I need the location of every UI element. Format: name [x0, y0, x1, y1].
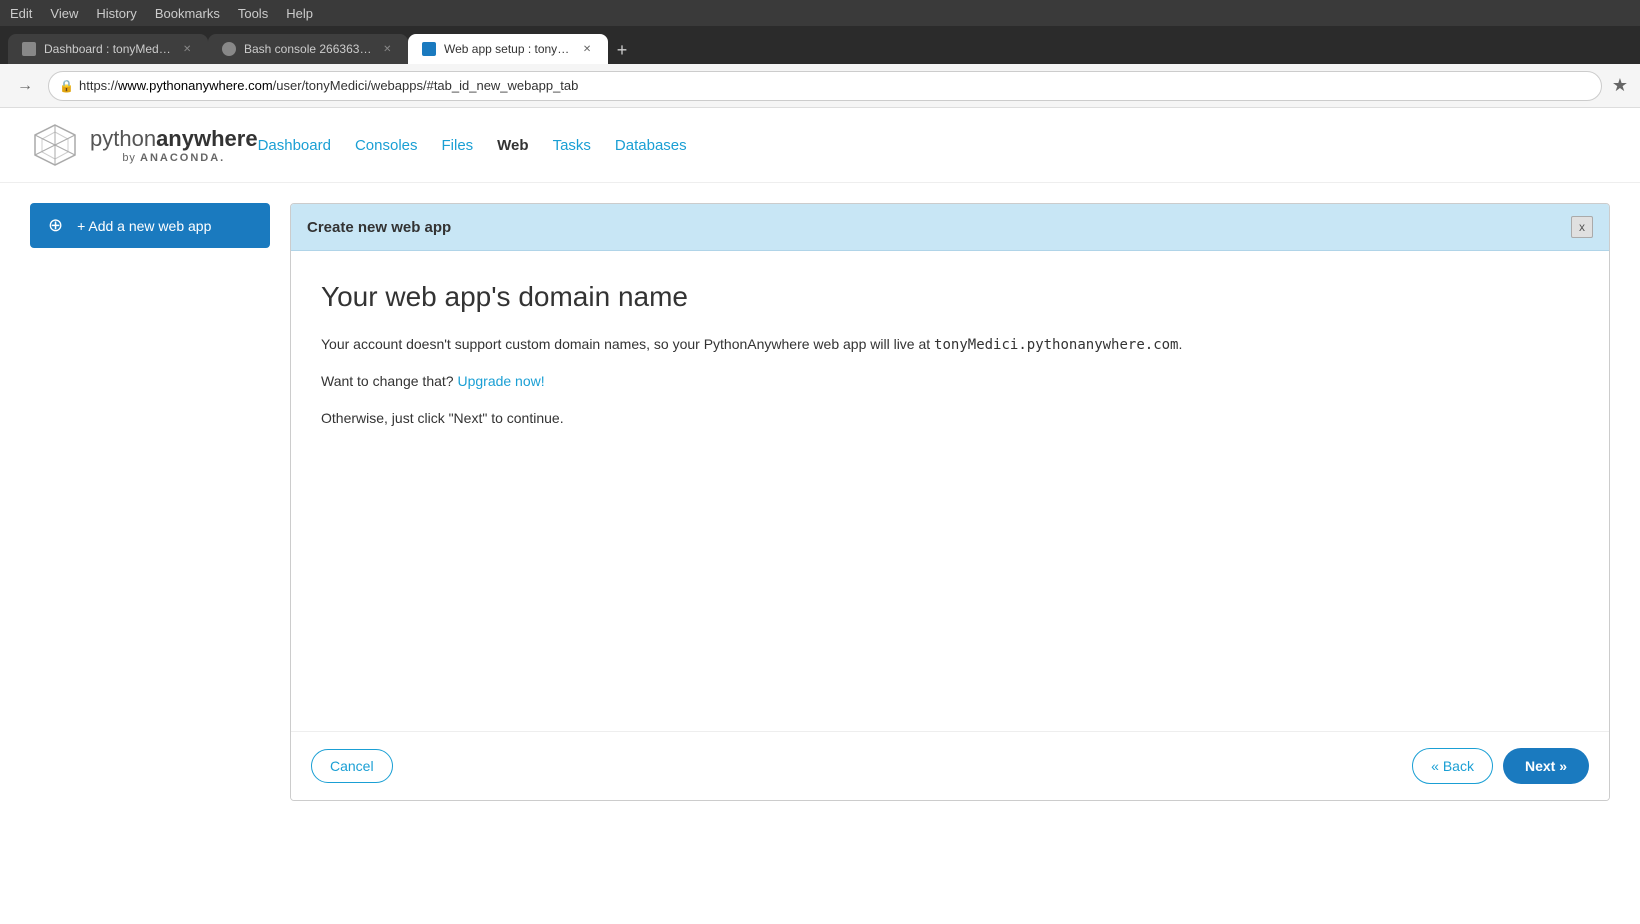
sidebar: ⊕+ Add a new web app	[30, 203, 270, 801]
new-tab-button[interactable]: +	[608, 36, 636, 64]
back-nav-button[interactable]: →	[12, 73, 38, 99]
nav-databases[interactable]: Databases	[615, 137, 687, 154]
page-content: pythonanywhere by ANACONDA. Dashboard Co…	[0, 108, 1640, 888]
bookmark-star-icon[interactable]: ★	[1612, 75, 1628, 96]
next-button[interactable]: Next »	[1503, 748, 1589, 784]
nav-tasks[interactable]: Tasks	[553, 137, 591, 154]
domain-name-title: Your web app's domain name	[321, 281, 1579, 313]
anaconda-label: ANACONDA.	[140, 152, 225, 164]
shield-icon: 🔒	[59, 79, 74, 93]
tab-label: Web app setup : tonyMe	[444, 42, 572, 56]
dialog-header: Create new web app x	[291, 204, 1609, 251]
tab-close-icon[interactable]: ✕	[381, 42, 394, 56]
top-nav: pythonanywhere by ANACONDA. Dashboard Co…	[0, 108, 1640, 183]
add-webapp-button[interactable]: ⊕+ Add a new web app	[30, 203, 270, 248]
logo-area: pythonanywhere by ANACONDA.	[30, 120, 258, 170]
tab-label: Dashboard : tonyMedici :	[44, 42, 172, 56]
main-area: ⊕+ Add a new web app Create new web app …	[0, 183, 1640, 821]
menu-view[interactable]: View	[50, 6, 78, 21]
dialog-area: Create new web app x Your web app's doma…	[290, 203, 1610, 801]
logo-python: python	[90, 126, 156, 151]
menu-history[interactable]: History	[96, 6, 136, 21]
url-text: https://www.pythonanywhere.com/user/tony…	[79, 78, 578, 93]
create-webapp-dialog: Create new web app x Your web app's doma…	[290, 203, 1610, 801]
upgrade-now-link[interactable]: Upgrade now!	[457, 373, 544, 389]
logo-anywhere: anywhere	[156, 126, 258, 151]
page-icon	[22, 42, 36, 56]
tab-bar: Dashboard : tonyMedici : ✕ Bash console …	[0, 26, 1640, 64]
tab-bash[interactable]: Bash console 26636344 : ✕	[208, 34, 408, 64]
menu-bar: Edit View History Bookmarks Tools Help	[0, 0, 1640, 26]
nav-web[interactable]: Web	[497, 137, 528, 154]
logo-sub: by ANACONDA.	[90, 152, 258, 164]
cancel-button[interactable]: Cancel	[311, 749, 393, 783]
nav-dashboard[interactable]: Dashboard	[258, 137, 331, 154]
dialog-title-label: Create new web app	[307, 219, 451, 236]
dialog-close-button[interactable]: x	[1571, 216, 1593, 238]
address-bar: → 🔒 https://www.pythonanywhere.com/user/…	[0, 64, 1640, 108]
nav-files[interactable]: Files	[442, 137, 474, 154]
menu-tools[interactable]: Tools	[238, 6, 268, 21]
logo-text: pythonanywhere	[90, 126, 258, 152]
tab-dashboard[interactable]: Dashboard : tonyMedici : ✕	[8, 34, 208, 64]
dialog-body: Your web app's domain name Your account …	[291, 251, 1609, 731]
navigation-buttons: « Back Next »	[1412, 748, 1589, 784]
tab-close-icon[interactable]: ✕	[180, 42, 194, 56]
menu-edit[interactable]: Edit	[10, 6, 32, 21]
dialog-paragraph2: Want to change that? Upgrade now!	[321, 370, 1579, 392]
tab-webapp-setup[interactable]: Web app setup : tonyMe ✕	[408, 34, 608, 64]
page-icon-active	[422, 42, 436, 56]
dialog-footer: Cancel « Back Next »	[291, 731, 1609, 800]
dialog-paragraph1: Your account doesn't support custom doma…	[321, 333, 1579, 356]
tab-label: Bash console 26636344 :	[244, 42, 373, 56]
nav-consoles[interactable]: Consoles	[355, 137, 418, 154]
back-button[interactable]: « Back	[1412, 748, 1493, 784]
console-icon	[222, 42, 236, 56]
menu-bookmarks[interactable]: Bookmarks	[155, 6, 220, 21]
dialog-paragraph3: Otherwise, just click "Next" to continue…	[321, 407, 1579, 429]
nav-links: Dashboard Consoles Files Web Tasks Datab…	[258, 137, 687, 154]
menu-help[interactable]: Help	[286, 6, 313, 21]
logo-icon	[30, 120, 80, 170]
tab-close-icon-active[interactable]: ✕	[580, 42, 594, 56]
url-bar[interactable]: 🔒 https://www.pythonanywhere.com/user/to…	[48, 71, 1602, 101]
browser-chrome: Edit View History Bookmarks Tools Help D…	[0, 0, 1640, 108]
